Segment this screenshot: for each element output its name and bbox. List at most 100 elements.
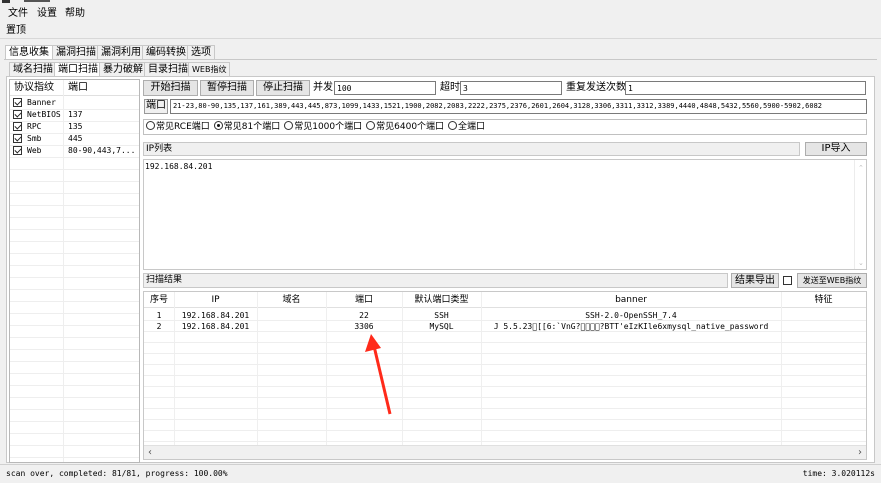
subtab-brute-force[interactable]: 暴力破解 (99, 62, 147, 76)
ip-import-button[interactable]: IP导入 (805, 142, 867, 156)
tab-encoding[interactable]: 编码转换 (142, 45, 190, 59)
protocol-name: Web (27, 146, 42, 155)
protocol-row[interactable]: Smb 445 (12, 133, 138, 145)
row-gridline (10, 337, 139, 338)
port-preset-label: 常见81个端口 (223, 122, 281, 132)
port-preset-option[interactable]: 常见RCE端口 (146, 121, 210, 132)
ip-list-scrollbar[interactable]: ⌃ ⌄ (854, 160, 866, 269)
header-port: 端口 (68, 82, 88, 93)
column-header[interactable]: 特征 (781, 293, 866, 307)
subtab-domain-scan[interactable]: 域名扫描 (9, 62, 57, 76)
subtab-web-fingerprint[interactable]: WEB指纹 (188, 62, 231, 76)
radio-button[interactable] (448, 121, 458, 130)
protocol-checkbox[interactable] (13, 98, 22, 107)
radio-button[interactable] (284, 121, 294, 130)
table-row[interactable]: 2 192.168.84.201 3306 MySQL J 5.5.23 [[6:`Vn… (144, 321, 866, 332)
row-gridline (10, 277, 139, 278)
column-header[interactable]: 域名 (257, 293, 326, 307)
column-header[interactable]: 序号 (144, 293, 174, 307)
horizontal-scrollbar[interactable]: ‹ › (144, 445, 866, 459)
row-gridline (144, 386, 866, 387)
port-preset-option[interactable]: 全端口 (448, 121, 486, 132)
pin-top-label[interactable]: 置顶 (6, 24, 26, 38)
port-preset-option[interactable]: 常见81个端口 (213, 121, 281, 132)
row-gridline (10, 457, 139, 458)
protocol-checkbox[interactable] (13, 110, 22, 119)
ip-list-label: IP列表 (146, 144, 173, 154)
radio-button[interactable] (366, 121, 376, 130)
timeout-input[interactable]: 3 (460, 81, 562, 95)
timeout-label: 超时 (440, 82, 460, 93)
annotation-arrow (365, 334, 392, 415)
start-scan-button[interactable]: 开始扫描 (143, 80, 198, 96)
tab-vuln-scan[interactable]: 漏洞扫描 (52, 45, 100, 59)
protocol-row[interactable]: RPC 135 (12, 121, 138, 133)
protocol-row[interactable]: Web 80-90,443,7... (12, 145, 138, 157)
column-header[interactable]: IP (174, 293, 257, 307)
table-cell: 1 (156, 311, 162, 320)
concurrency-input[interactable]: 100 (334, 81, 436, 95)
export-results-button[interactable]: 结果导出 (731, 273, 779, 288)
port-input[interactable]: 21-23,80-90,135,137,161,389,443,445,873,… (170, 99, 867, 114)
tab-vuln-exploit[interactable]: 漏洞利用 (97, 45, 145, 59)
row-gridline (10, 421, 139, 422)
row-gridline (10, 193, 139, 194)
row-gridline (10, 433, 139, 434)
menu-bar: 文件 设置 帮助 (0, 6, 881, 22)
app-icon (2, 0, 10, 3)
protocol-name: Banner (27, 98, 56, 107)
subtab-dir-scan[interactable]: 目录扫描 (144, 62, 192, 76)
table-cell: MySQL (429, 322, 454, 331)
column-header[interactable]: banner (481, 293, 781, 307)
retry-input[interactable]: 1 (625, 81, 866, 95)
scroll-down-icon[interactable]: ⌄ (858, 259, 864, 267)
pause-scan-button[interactable]: 暂停扫描 (200, 80, 254, 96)
stop-scan-button[interactable]: 停止扫描 (256, 80, 310, 96)
results-header: 扫描结果 (143, 273, 728, 288)
send-web-checkbox[interactable] (783, 276, 792, 285)
status-bar: scan over, completed: 81/81, progress: 1… (0, 464, 881, 483)
row-gridline (10, 145, 139, 146)
menu-help[interactable]: 帮助 (65, 8, 85, 20)
column-divider (63, 80, 64, 462)
column-header[interactable]: 端口 (326, 293, 402, 307)
table-row[interactable]: 1 192.168.84.201 22 SSH SSH-2.0-OpenSSH_7.4 (144, 310, 866, 321)
row-gridline (144, 408, 866, 409)
menu-file[interactable]: 文件 (8, 8, 28, 20)
scroll-left-icon[interactable]: ‹ (148, 447, 152, 458)
radio-button[interactable] (146, 121, 155, 130)
table-cell: 192.168.84.201 (181, 322, 250, 331)
protocol-port: 135 (68, 122, 83, 131)
port-preset-option[interactable]: 常见6400个端口 (366, 121, 444, 132)
row-gridline (144, 364, 866, 365)
protocol-row[interactable]: Banner (12, 97, 138, 109)
protocol-row[interactable]: NetBIOS 137 (12, 109, 138, 121)
row-gridline (10, 217, 139, 218)
menu-settings[interactable]: 设置 (37, 8, 57, 20)
tab-info-gathering[interactable]: 信息收集 (5, 45, 53, 59)
radio-button[interactable] (213, 121, 223, 130)
tab-options[interactable]: 选项 (187, 45, 215, 59)
protocol-checkbox[interactable] (13, 122, 22, 131)
scroll-right-icon[interactable]: › (858, 447, 862, 458)
port-preset-option[interactable]: 常见1000个端口 (284, 121, 362, 132)
scroll-up-icon[interactable]: ⌃ (858, 164, 864, 172)
row-gridline (144, 342, 866, 343)
row-gridline (10, 373, 139, 374)
row-gridline (10, 313, 139, 314)
port-preset-label: 全端口 (458, 122, 486, 132)
subtab-port-scan[interactable]: 端口扫描 (54, 62, 102, 76)
ip-list-textarea[interactable]: 192.168.84.201 ⌃ ⌄ (143, 159, 867, 270)
row-gridline (10, 301, 139, 302)
row-gridline (10, 241, 139, 242)
row-gridline (10, 169, 139, 170)
send-to-web-fingerprint-button[interactable]: 发送至WEB指纹 (797, 273, 867, 288)
elapsed-time: time: 3.020112s (802, 469, 875, 478)
port-preset-label: 常见RCE端口 (156, 122, 210, 132)
port-presets: 常见RCE端口 常见81个端口 常见1000个端口 常见6400个端口 全端口 (143, 119, 867, 135)
protocol-checkbox[interactable] (13, 146, 22, 155)
column-header[interactable]: 默认端口类型 (402, 293, 481, 307)
protocol-checkbox[interactable] (13, 134, 22, 143)
ip-list-header: IP列表 (143, 142, 800, 156)
main-tab-border (4, 59, 877, 60)
